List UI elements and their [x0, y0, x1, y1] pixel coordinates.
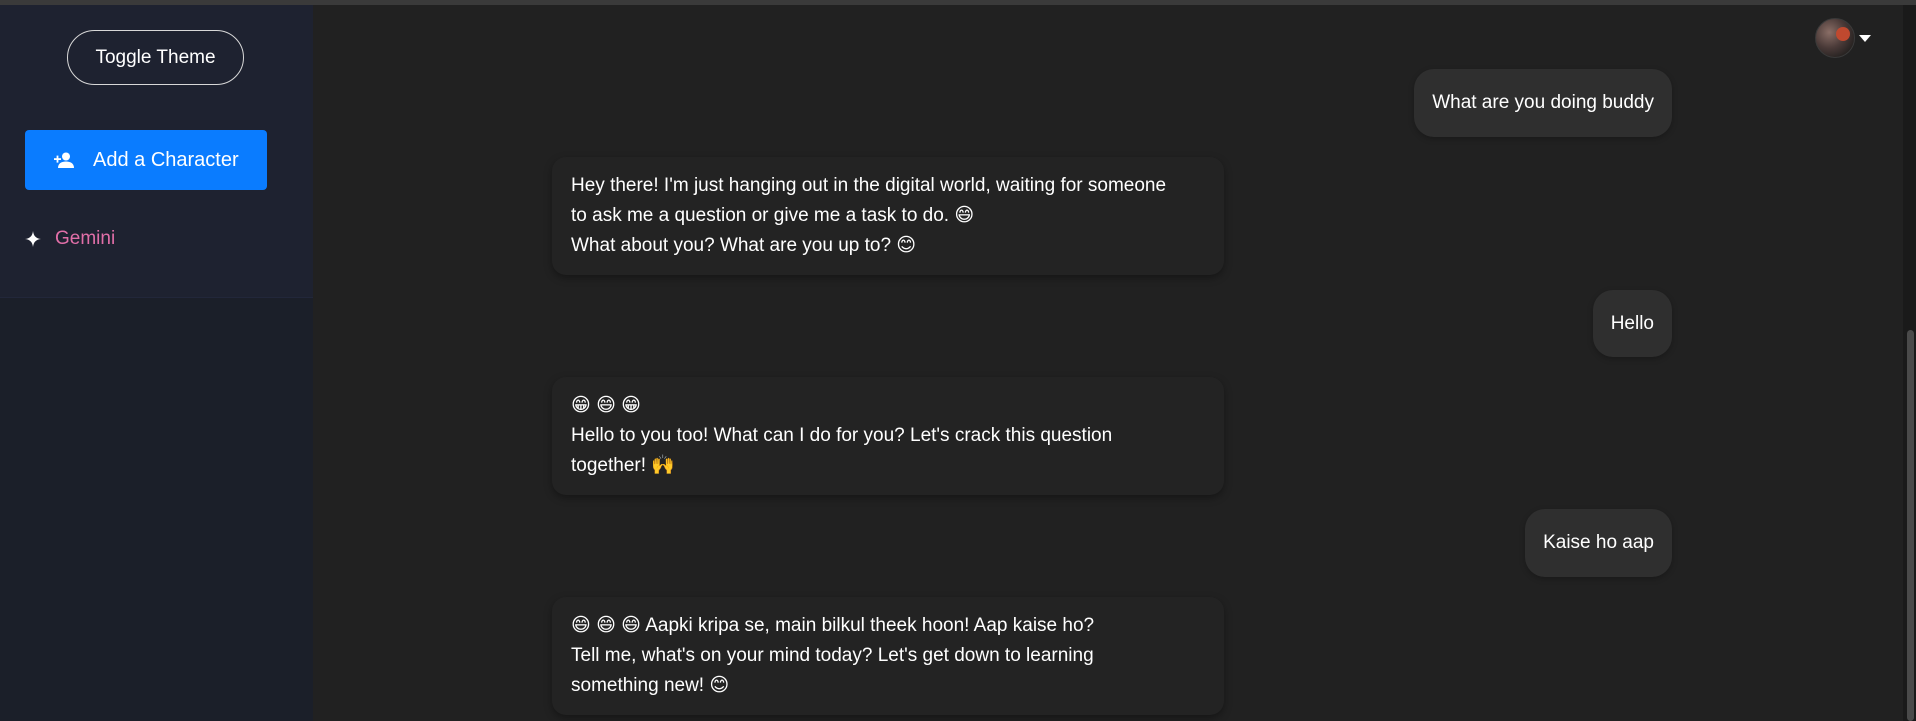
bot-message-line: something new! 😊 — [571, 675, 730, 696]
scrollbar-thumb[interactable] — [1907, 330, 1914, 721]
sidebar-item-gemini[interactable]: Gemini — [25, 224, 115, 254]
bot-message-line: Tell me, what's on your mind today? Let'… — [571, 645, 1094, 666]
bot-message-line: Hey there! I'm just hanging out in the d… — [571, 175, 1167, 196]
user-message: Hello — [1592, 290, 1672, 357]
bot-message-line: Hello to you too! What can I do for you?… — [571, 425, 1113, 446]
user-message: What are you doing buddy — [1414, 69, 1672, 137]
sidebar: Toggle Theme Add a Character Gemini — [0, 5, 313, 721]
user-message-text: Kaise ho aap — [1543, 532, 1654, 553]
bot-message: Hey there! I'm just hanging out in the d… — [552, 157, 1224, 275]
avatar — [1815, 18, 1855, 58]
bot-message-line: to ask me a question or give me a task t… — [571, 205, 975, 226]
user-message: Kaise ho aap — [1525, 509, 1672, 577]
bot-message: 😁 😄 😁 Hello to you too! What can I do fo… — [552, 377, 1224, 495]
toggle-theme-button[interactable]: Toggle Theme — [67, 30, 244, 85]
bot-message-line: 😄 😄 😄 Aapki kripa se, main bilkul theek … — [571, 615, 1095, 636]
user-menu[interactable] — [1815, 18, 1871, 58]
sparkle-icon — [25, 230, 43, 248]
bot-message-line: What about you? What are you up to? 😊 — [571, 235, 917, 256]
bot-message-line: 😁 😄 😁 — [571, 395, 641, 416]
add-character-label: Add a Character — [93, 148, 239, 171]
user-message-text: Hello — [1610, 312, 1654, 334]
sidebar-item-label: Gemini — [55, 228, 116, 249]
person-add-icon — [53, 151, 75, 169]
bot-message-line: together! 🙌 — [571, 455, 675, 476]
add-character-button[interactable]: Add a Character — [25, 130, 267, 190]
user-message-text: What are you doing buddy — [1432, 92, 1654, 113]
chevron-down-icon — [1859, 34, 1871, 42]
sidebar-panel: Toggle Theme Add a Character Gemini — [0, 5, 313, 298]
bot-message: 😄 😄 😄 Aapki kripa se, main bilkul theek … — [552, 597, 1224, 715]
